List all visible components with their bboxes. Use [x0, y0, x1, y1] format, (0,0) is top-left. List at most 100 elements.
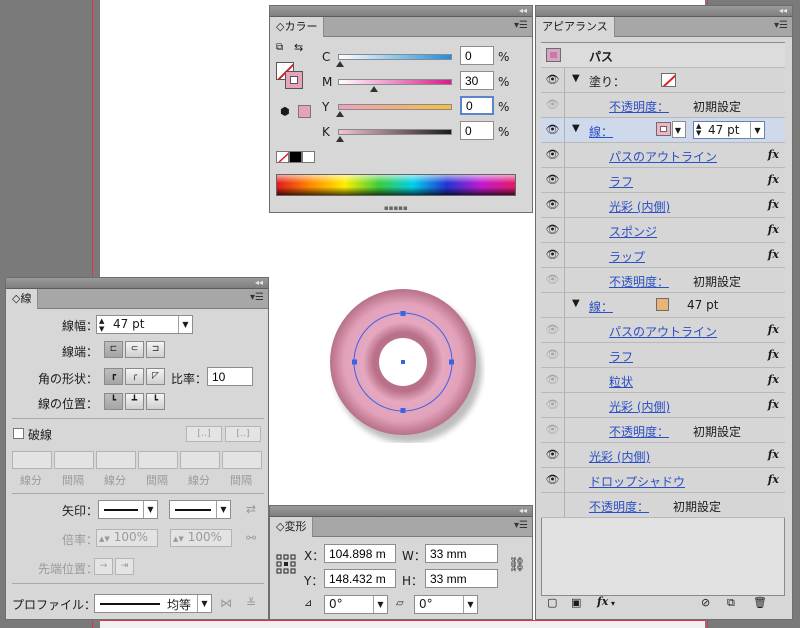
- transform-panel-titlebar[interactable]: ◂◂: [270, 506, 532, 517]
- appearance-panel-titlebar[interactable]: ◂◂: [536, 6, 792, 17]
- appearance-row-effect[interactable]: 👁 パスのアウトライン fx: [541, 318, 785, 343]
- chevron-down-icon[interactable]: ▼: [373, 596, 387, 613]
- swap-arrows-icon[interactable]: ⇄: [246, 502, 256, 516]
- add-effect-fx-icon[interactable]: fx: [597, 595, 608, 608]
- visibility-eye-icon[interactable]: 👁: [541, 93, 565, 117]
- fx-icon[interactable]: fx: [768, 198, 779, 211]
- height-field[interactable]: [425, 569, 498, 588]
- bevel-join-button[interactable]: ◸: [146, 368, 165, 385]
- link-proportions-icon[interactable]: ⛓: [508, 557, 526, 573]
- butt-cap-button[interactable]: ⊏: [104, 341, 123, 358]
- stroke-link[interactable]: 線：: [589, 123, 613, 140]
- appearance-row-stroke-selected[interactable]: 👁 ▼ 線： ▼ ▲ ▼ 47 pt ▼: [541, 118, 785, 143]
- chevron-down-icon[interactable]: ▾: [611, 599, 615, 608]
- effect-link[interactable]: ドロップシャドウ: [589, 473, 685, 490]
- none-swatch[interactable]: [276, 151, 289, 163]
- magenta-field[interactable]: [460, 71, 494, 90]
- y-position-field[interactable]: [324, 569, 396, 588]
- tab-stroke[interactable]: ◇線: [6, 289, 39, 309]
- stroke-panel-titlebar[interactable]: ◂◂: [6, 278, 268, 289]
- effect-link[interactable]: スポンジ: [609, 223, 657, 240]
- arrow-end-dropdown[interactable]: ▼: [169, 500, 231, 519]
- visibility-eye-empty[interactable]: [541, 293, 565, 317]
- dash-field-2[interactable]: [96, 451, 136, 469]
- panel-menu-icon[interactable]: ▾☰: [250, 292, 264, 303]
- appearance-row-effect[interactable]: 👁 粒状 fx: [541, 368, 785, 393]
- miter-limit-field[interactable]: [207, 367, 253, 386]
- chevron-down-icon[interactable]: ▼: [143, 501, 157, 518]
- width-field[interactable]: [425, 544, 498, 563]
- visibility-eye-icon[interactable]: 👁: [541, 343, 565, 367]
- opacity-link[interactable]: 不透明度：: [589, 498, 649, 515]
- visibility-eye-icon[interactable]: 👁: [541, 368, 565, 392]
- visibility-eye-empty[interactable]: [541, 493, 565, 517]
- visibility-eye-icon[interactable]: 👁: [541, 268, 565, 292]
- link-scale-icon[interactable]: ⚯: [246, 531, 256, 545]
- x-position-field[interactable]: [324, 544, 396, 563]
- visibility-eye-icon[interactable]: 👁: [541, 468, 565, 492]
- projecting-cap-button[interactable]: ⊐: [146, 341, 165, 358]
- appearance-menu-icon[interactable]: ▾☰: [774, 20, 788, 31]
- fx-icon[interactable]: fx: [768, 448, 779, 461]
- appearance-row-effect[interactable]: 👁 ラフ fx: [541, 168, 785, 193]
- appearance-row-object-opacity[interactable]: 不透明度： 初期設定: [541, 493, 785, 518]
- reference-point-icon[interactable]: [276, 554, 296, 574]
- tab-appearance[interactable]: アピアランス: [536, 17, 615, 37]
- visibility-eye-icon[interactable]: 👁: [541, 193, 565, 217]
- appearance-row-fill-opacity[interactable]: 👁 不透明度： 初期設定: [541, 93, 785, 118]
- round-join-button[interactable]: ╭: [125, 368, 144, 385]
- cyan-field[interactable]: [460, 46, 494, 65]
- black-slider[interactable]: [338, 129, 452, 135]
- swap-colors-icon[interactable]: ⇆: [294, 41, 303, 54]
- panel-menu-icon[interactable]: ▾☰: [514, 20, 528, 31]
- resize-grip[interactable]: ▪▪▪▪▪: [384, 204, 408, 212]
- appearance-row-effect[interactable]: 👁 ラフ fx: [541, 343, 785, 368]
- dash-field-1[interactable]: [12, 451, 52, 469]
- panel-menu-icon[interactable]: ▾☰: [514, 520, 528, 531]
- black-slider-thumb[interactable]: [336, 136, 344, 142]
- web-safe-swatch[interactable]: [298, 105, 311, 118]
- visibility-eye-icon[interactable]: 👁: [541, 393, 565, 417]
- effect-link[interactable]: パスのアウトライン: [609, 148, 717, 165]
- effect-link[interactable]: ラフ: [609, 348, 633, 365]
- expand-triangle-icon[interactable]: ▼: [572, 73, 580, 84]
- effect-link[interactable]: ラップ: [609, 248, 645, 265]
- dash-field-3[interactable]: [180, 451, 220, 469]
- appearance-row-fill[interactable]: 👁 ▼ 塗り：: [541, 68, 785, 93]
- appearance-row-effect[interactable]: 👁 光彩 (内側) fx: [541, 193, 785, 218]
- appearance-row-effect[interactable]: 👁 スポンジ fx: [541, 218, 785, 243]
- stroke-weight-dropdown[interactable]: ▲ ▼ 47 pt ▼: [693, 121, 765, 139]
- magenta-slider-thumb[interactable]: [370, 86, 378, 92]
- duplicate-item-icon[interactable]: ⧉: [727, 596, 735, 610]
- dash-preserve-button[interactable]: [‥]: [186, 426, 222, 442]
- fx-icon[interactable]: fx: [768, 248, 779, 261]
- tip-extend-button[interactable]: →: [94, 558, 113, 575]
- opacity-link[interactable]: 不透明度：: [609, 423, 669, 440]
- fx-icon[interactable]: fx: [768, 148, 779, 161]
- visibility-eye-icon[interactable]: 👁: [541, 243, 565, 267]
- clear-appearance-icon[interactable]: ⊘: [701, 596, 710, 609]
- anchor-bottom[interactable]: [400, 408, 406, 413]
- weight-stepper-icon[interactable]: ▲ ▼: [99, 317, 104, 333]
- add-fill-icon[interactable]: ▣: [571, 596, 581, 609]
- dashed-checkbox[interactable]: [13, 428, 24, 439]
- cyan-slider-thumb[interactable]: [336, 61, 344, 67]
- appearance-row-effect[interactable]: 👁 光彩 (内側) fx: [541, 393, 785, 418]
- appearance-row-stroke-opacity[interactable]: 👁 不透明度： 初期設定: [541, 268, 785, 293]
- appearance-row-stroke-2[interactable]: ▼ 線： 47 pt: [541, 293, 785, 318]
- fx-icon[interactable]: fx: [768, 473, 779, 486]
- stroke-color-swatch-icon[interactable]: [656, 298, 669, 311]
- effect-link[interactable]: 光彩 (内側): [609, 398, 670, 415]
- expand-triangle-icon[interactable]: ▼: [572, 298, 580, 309]
- rotate-dropdown[interactable]: 0° ▼: [324, 595, 388, 614]
- fx-icon[interactable]: fx: [768, 398, 779, 411]
- gap-field-1[interactable]: [54, 451, 94, 469]
- scale-end-field[interactable]: ▲▼ 100%: [170, 529, 232, 547]
- tab-color[interactable]: ◇カラー: [270, 17, 325, 37]
- stroke-swatch-dropdown[interactable]: ▼: [672, 121, 686, 138]
- align-inside-button[interactable]: ┻: [125, 393, 144, 410]
- opacity-link[interactable]: 不透明度：: [609, 98, 669, 115]
- align-center-button[interactable]: ┗: [104, 393, 123, 410]
- arrow-start-dropdown[interactable]: ▼: [98, 500, 158, 519]
- fx-icon[interactable]: fx: [768, 223, 779, 236]
